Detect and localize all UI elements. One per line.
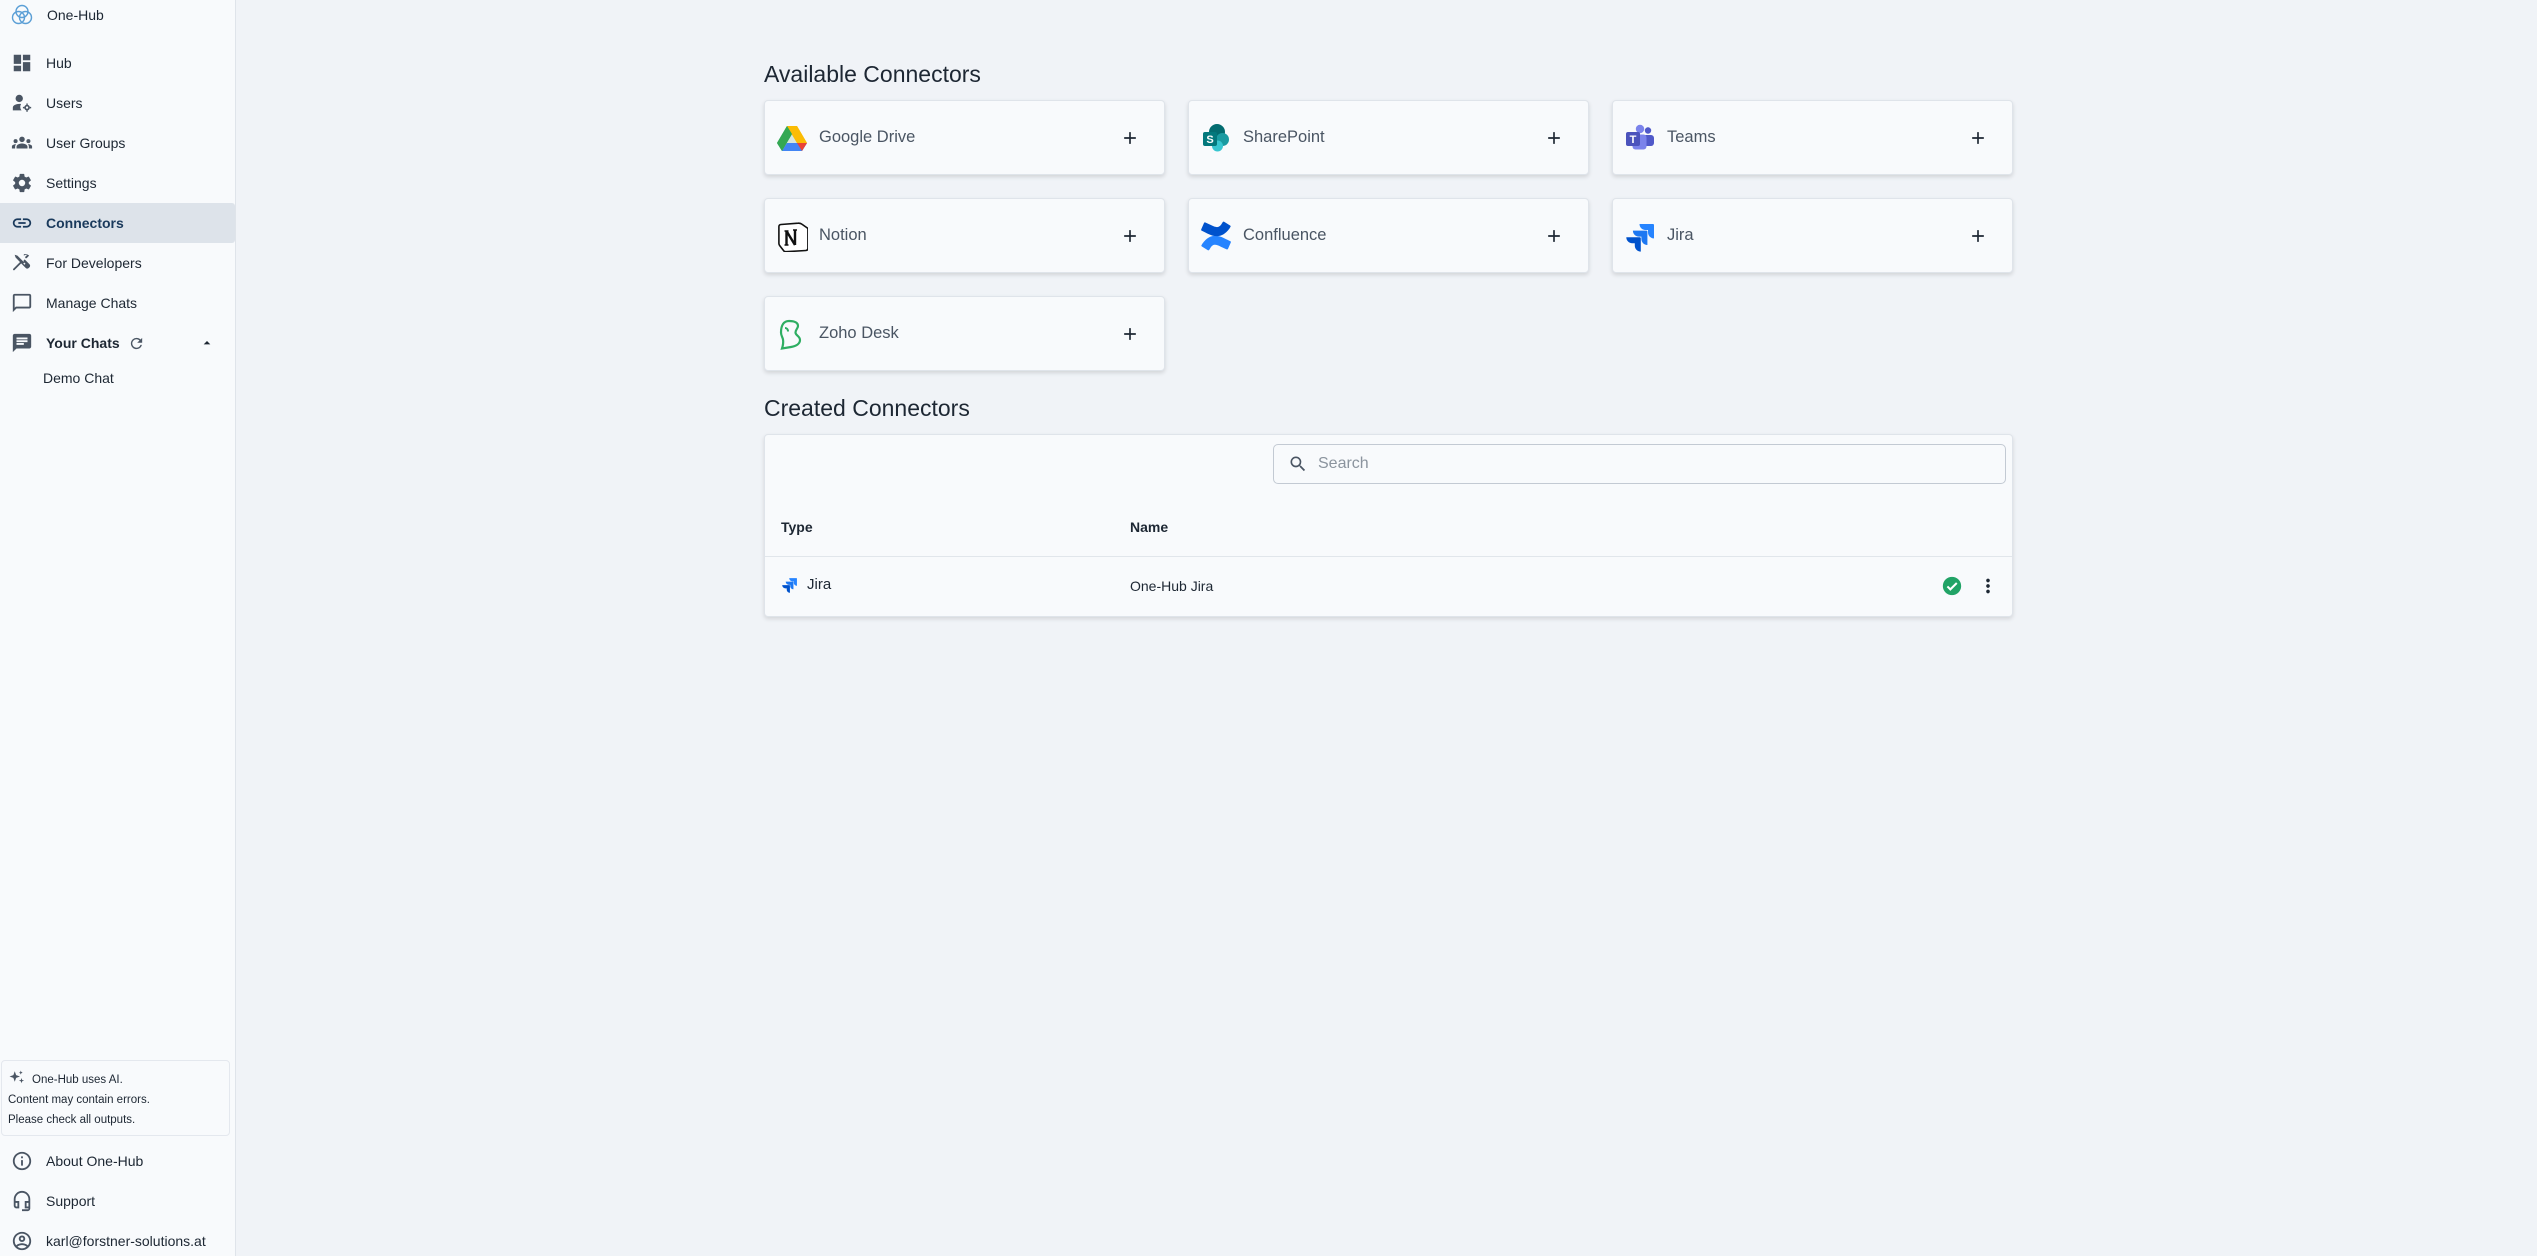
link-icon xyxy=(11,212,33,234)
column-header-name[interactable]: Name xyxy=(1130,519,1168,535)
notion-icon xyxy=(776,220,808,252)
add-icon[interactable] xyxy=(1120,226,1140,246)
add-icon[interactable] xyxy=(1120,128,1140,148)
refresh-icon[interactable] xyxy=(128,335,145,352)
sidebar-item-label: karl@forstner-solutions.at xyxy=(46,1233,206,1249)
sidebar-item-manage-chats[interactable]: Manage Chats xyxy=(0,283,235,323)
jira-icon xyxy=(781,576,798,593)
row-type-label: Jira xyxy=(807,576,832,593)
sidebar-item-for-developers[interactable]: For Developers xyxy=(0,243,235,283)
headset-icon xyxy=(11,1190,33,1212)
connector-name: Google Drive xyxy=(819,128,916,146)
svg-text:T: T xyxy=(1630,134,1637,146)
sidebar-item-users[interactable]: Users xyxy=(0,83,235,123)
developer-tools-icon xyxy=(11,252,33,274)
disclaimer-line-2: Content may contain errors. xyxy=(8,1094,150,1106)
main-nav: Hub Users User Groups Settings Connector… xyxy=(0,43,235,393)
sidebar: One-Hub Hub Users User Groups Settings C… xyxy=(0,0,236,1256)
collapse-arrow-icon[interactable] xyxy=(199,335,215,351)
chat-list-icon xyxy=(11,332,33,354)
your-chats-header[interactable]: Your Chats xyxy=(0,323,235,363)
created-connectors-table: Type Name Jira One-Hub Jira xyxy=(764,434,2013,617)
sidebar-item-label: Support xyxy=(46,1193,96,1209)
sidebar-item-label: Connectors xyxy=(46,215,124,231)
chat-bubble-icon xyxy=(11,292,33,314)
row-type-cell: Jira xyxy=(781,576,831,593)
connector-name: Confluence xyxy=(1243,226,1327,244)
sparkle-icon xyxy=(8,1069,26,1087)
account-icon xyxy=(11,1230,33,1252)
google-drive-icon xyxy=(776,122,808,154)
connector-name: Notion xyxy=(819,226,867,244)
connector-card-google-drive[interactable]: Google Drive xyxy=(764,100,1165,175)
sidebar-item-connectors[interactable]: Connectors xyxy=(0,203,235,243)
add-icon[interactable] xyxy=(1120,324,1140,344)
add-icon[interactable] xyxy=(1968,226,1988,246)
one-hub-logo-icon xyxy=(10,3,34,27)
connector-card-teams[interactable]: T Teams xyxy=(1612,100,2013,175)
column-header-type[interactable]: Type xyxy=(781,519,813,535)
ai-disclaimer: One-Hub uses AI. Content may contain err… xyxy=(1,1060,230,1136)
connector-card-sharepoint[interactable]: S SharePoint xyxy=(1188,100,1589,175)
app-name: One-Hub xyxy=(47,7,104,23)
connector-card-confluence[interactable]: Confluence xyxy=(1188,198,1589,273)
chat-item-demo-chat[interactable]: Demo Chat xyxy=(0,363,235,393)
sidebar-item-account[interactable]: karl@forstner-solutions.at xyxy=(0,1221,235,1256)
info-icon xyxy=(11,1150,33,1172)
created-connectors-title: Created Connectors xyxy=(764,395,970,421)
connector-name: Jira xyxy=(1667,226,1694,244)
sidebar-item-about[interactable]: About One-Hub xyxy=(0,1141,235,1181)
connector-name: Teams xyxy=(1667,128,1716,146)
connector-card-zoho-desk[interactable]: Zoho Desk xyxy=(764,296,1165,371)
dashboard-icon xyxy=(11,52,33,74)
zoho-desk-icon xyxy=(776,318,808,350)
brand[interactable]: One-Hub xyxy=(0,0,235,30)
bottom-nav: About One-Hub Support karl@forstner-solu… xyxy=(0,1141,235,1256)
sidebar-item-user-groups[interactable]: User Groups xyxy=(0,123,235,163)
search-box[interactable] xyxy=(1273,444,2006,484)
search-icon xyxy=(1288,454,1308,474)
search-input[interactable] xyxy=(1318,455,1998,473)
connector-card-jira[interactable]: Jira xyxy=(1612,198,2013,273)
add-icon[interactable] xyxy=(1968,128,1988,148)
sidebar-item-label: Hub xyxy=(46,55,72,71)
disclaimer-line-3: Please check all outputs. xyxy=(8,1114,136,1126)
add-icon[interactable] xyxy=(1544,226,1564,246)
connector-name: Zoho Desk xyxy=(819,324,899,342)
check-circle-icon xyxy=(1941,575,1963,597)
sidebar-item-label: Settings xyxy=(46,175,97,191)
gear-icon xyxy=(11,172,33,194)
connector-card-notion[interactable]: Notion xyxy=(764,198,1165,273)
sidebar-item-label: User Groups xyxy=(46,135,126,151)
user-settings-icon xyxy=(11,92,33,114)
sidebar-item-label: For Developers xyxy=(46,255,142,271)
groups-icon xyxy=(11,132,33,154)
disclaimer-line-1: One-Hub uses AI. xyxy=(32,1074,123,1086)
confluence-icon xyxy=(1200,220,1232,252)
sharepoint-icon: S xyxy=(1200,122,1232,154)
connector-name: SharePoint xyxy=(1243,128,1325,146)
sidebar-item-settings[interactable]: Settings xyxy=(0,163,235,203)
sidebar-item-label: Manage Chats xyxy=(46,295,138,311)
your-chats-label: Your Chats xyxy=(46,335,120,351)
table-row[interactable]: Jira One-Hub Jira xyxy=(765,557,2012,616)
row-name-cell: One-Hub Jira xyxy=(1130,578,1214,594)
available-connectors-title: Available Connectors xyxy=(764,61,981,87)
jira-icon xyxy=(1624,220,1656,252)
sidebar-item-label: About One-Hub xyxy=(46,1153,144,1169)
add-icon[interactable] xyxy=(1544,128,1564,148)
more-options-icon[interactable] xyxy=(1977,575,1999,597)
svg-text:S: S xyxy=(1206,134,1213,146)
sidebar-item-support[interactable]: Support xyxy=(0,1181,235,1221)
sidebar-item-hub[interactable]: Hub xyxy=(0,43,235,83)
sidebar-item-label: Users xyxy=(46,95,83,111)
teams-icon: T xyxy=(1624,122,1656,154)
